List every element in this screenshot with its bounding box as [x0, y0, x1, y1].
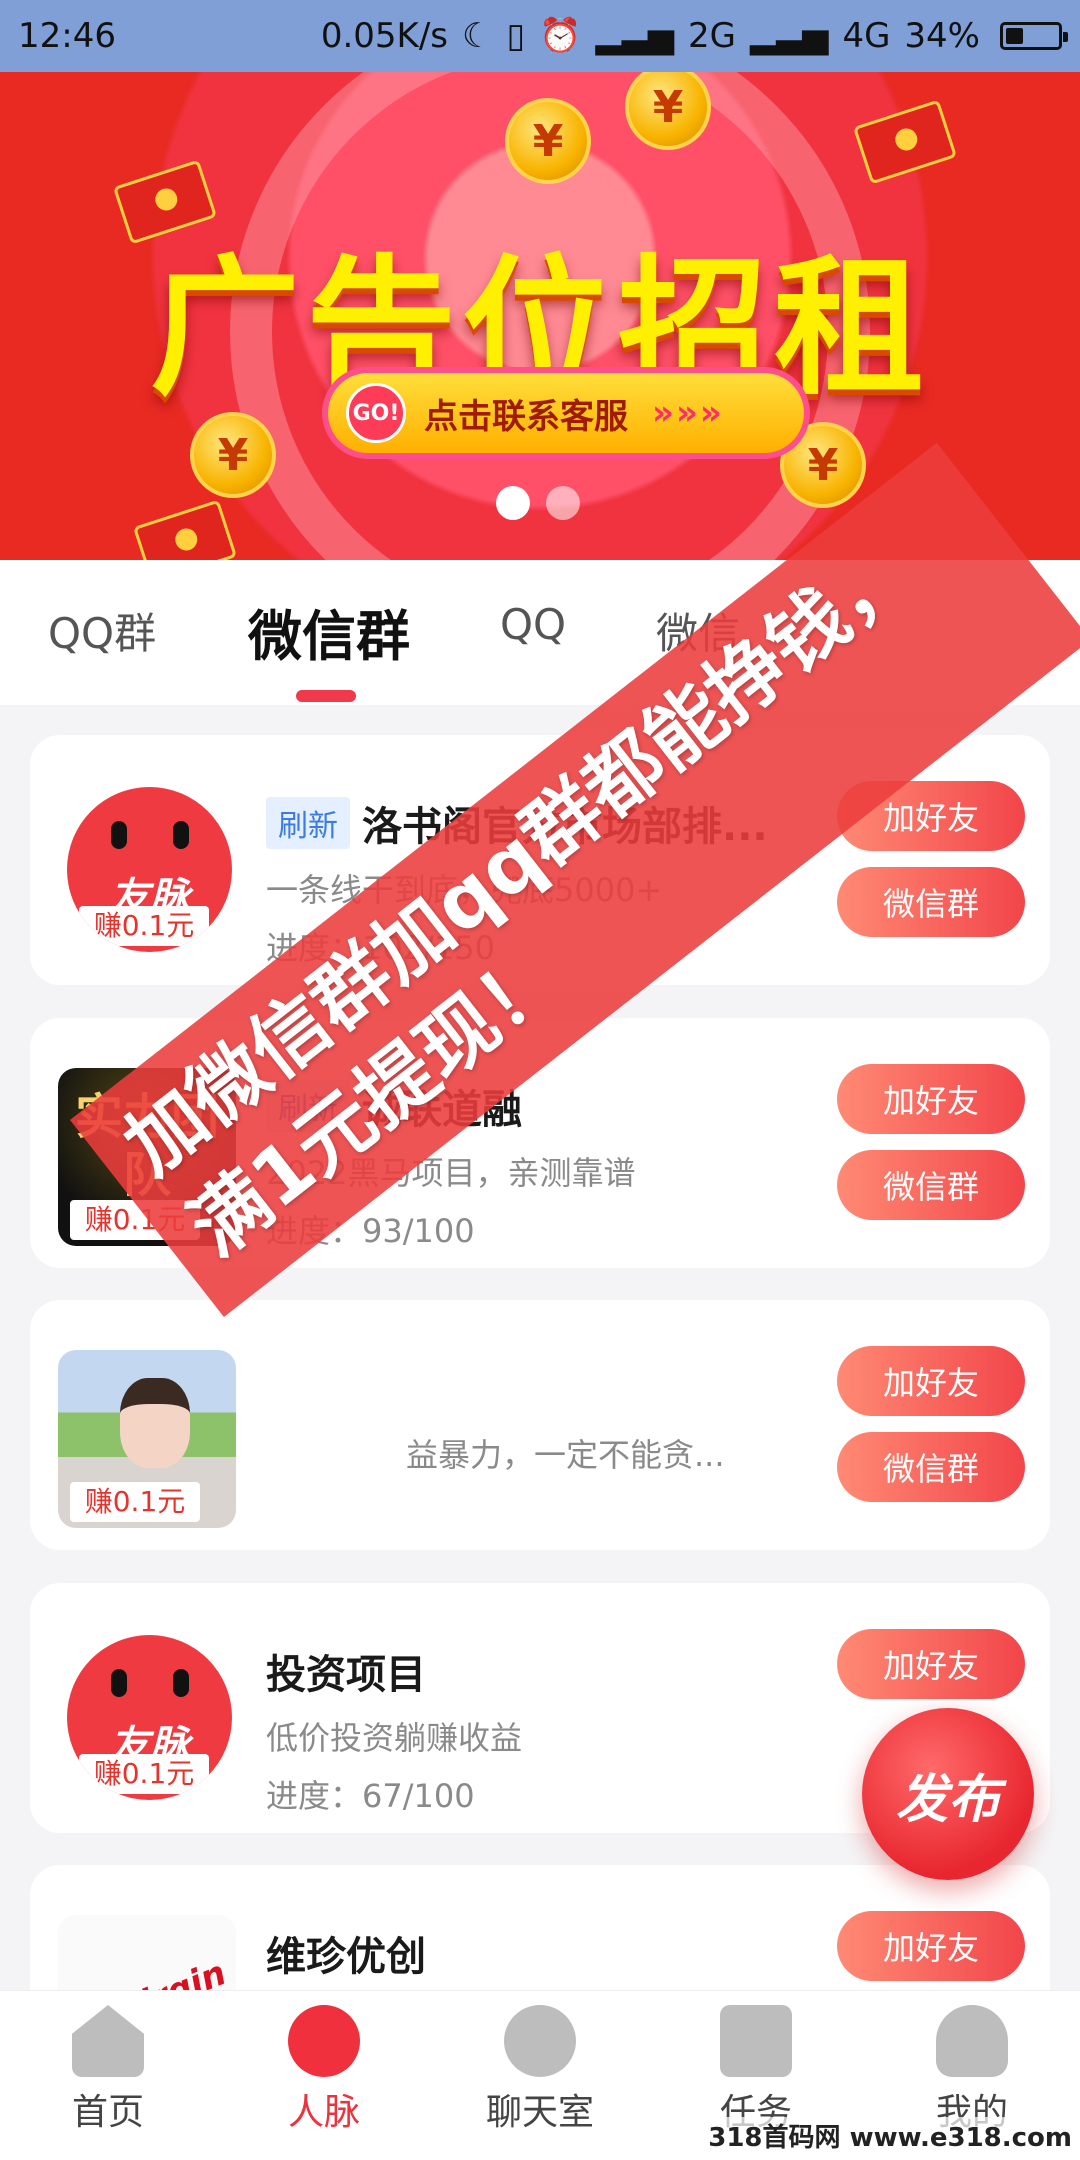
vibrate-icon: ▯ [506, 16, 526, 56]
site-watermark: 318首码网 www.e318.com [708, 2117, 1072, 2154]
signal-icon: ▂▃▅ [595, 16, 674, 56]
alarm-icon: ⏰ [539, 16, 582, 56]
chat-icon [504, 2005, 576, 2077]
moon-icon: ☾ [462, 16, 493, 56]
pagination-dot[interactable] [546, 486, 580, 520]
nav-item-me[interactable]: 我的 [892, 2005, 1052, 2135]
publish-button[interactable]: 发布 [862, 1708, 1034, 1880]
earn-label: 赚0.1元 [79, 906, 209, 946]
item-desc: 低价投资躺赚收益 [266, 1719, 523, 1757]
item-title: 维珍优创 [266, 1934, 426, 1980]
tab-qq-group[interactable]: QQ群 [48, 600, 156, 661]
earn-label: 赚0.1元 [79, 1754, 209, 1794]
task-icon [720, 2005, 792, 2077]
status-bar: 12:46 0.05K/s ☾ ▯ ⏰ ▂▃▅ 2G ▂▃▅ 4G 34% [0, 0, 1080, 72]
signal-label-1: 2G [688, 16, 736, 56]
cta-label: 点击联系客服 [424, 396, 628, 437]
avatar: 友脉 赚0.1元 [67, 1635, 232, 1800]
active-tab-indicator [296, 690, 356, 702]
item-title: 投资项目 [266, 1652, 426, 1698]
tab-qq[interactable]: QQ [500, 600, 566, 649]
nav-item-chatroom[interactable]: 聊天室 [460, 2005, 620, 2135]
add-friend-button[interactable]: 加好友 [837, 1064, 1025, 1134]
planet-icon [288, 2005, 360, 2077]
add-friend-button[interactable]: 加好友 [837, 1629, 1025, 1699]
tab-wechat-group[interactable]: 微信群 [248, 592, 410, 671]
red-envelope-icon [852, 99, 958, 185]
list-item[interactable]: 赚0.1元 益暴力，一定不能贪... 加好友 微信群 [30, 1300, 1050, 1550]
coin-icon: ¥ [505, 98, 591, 184]
wechat-group-button[interactable]: 微信群 [837, 867, 1025, 937]
nav-item-tasks[interactable]: 任务 [676, 2005, 836, 2135]
battery-percent: 34% [904, 16, 980, 56]
wechat-group-button[interactable]: 微信群 [837, 1432, 1025, 1502]
avatar: 友脉 赚0.1元 [67, 787, 232, 952]
earn-label: 赚0.1元 [70, 1482, 200, 1522]
status-time: 12:46 [18, 16, 116, 56]
avatar: 赚0.1元 [58, 1350, 236, 1528]
battery-icon [1000, 22, 1068, 50]
net-speed: 0.05K/s [320, 16, 448, 56]
signal-icon-2: ▂▃▅ [749, 16, 829, 56]
coin-icon: ¥ [190, 412, 276, 498]
add-friend-button[interactable]: 加好友 [837, 1911, 1025, 1981]
pagination-dot[interactable] [496, 486, 530, 520]
banner-pagination [496, 486, 580, 520]
profile-icon [936, 2005, 1008, 2077]
nav-item-home[interactable]: 首页 [28, 2005, 188, 2135]
red-envelope-icon [132, 499, 238, 560]
item-progress: 进度：67/100 [266, 1777, 475, 1815]
refresh-badge: 刷新 [266, 797, 350, 849]
person-photo [120, 1378, 190, 1468]
wechat-group-button[interactable]: 微信群 [837, 1150, 1025, 1220]
contact-service-button[interactable]: GO! 点击联系客服 »»» [322, 367, 810, 459]
item-desc: 益暴力，一定不能贪... [406, 1436, 725, 1474]
home-icon [72, 2005, 144, 2077]
arrows-icon: »»» [652, 393, 724, 433]
add-friend-button[interactable]: 加好友 [837, 1346, 1025, 1416]
signal-label-2: 4G [842, 16, 891, 56]
go-badge: GO! [346, 383, 406, 443]
nav-item-contacts[interactable]: 人脉 [244, 2005, 404, 2135]
